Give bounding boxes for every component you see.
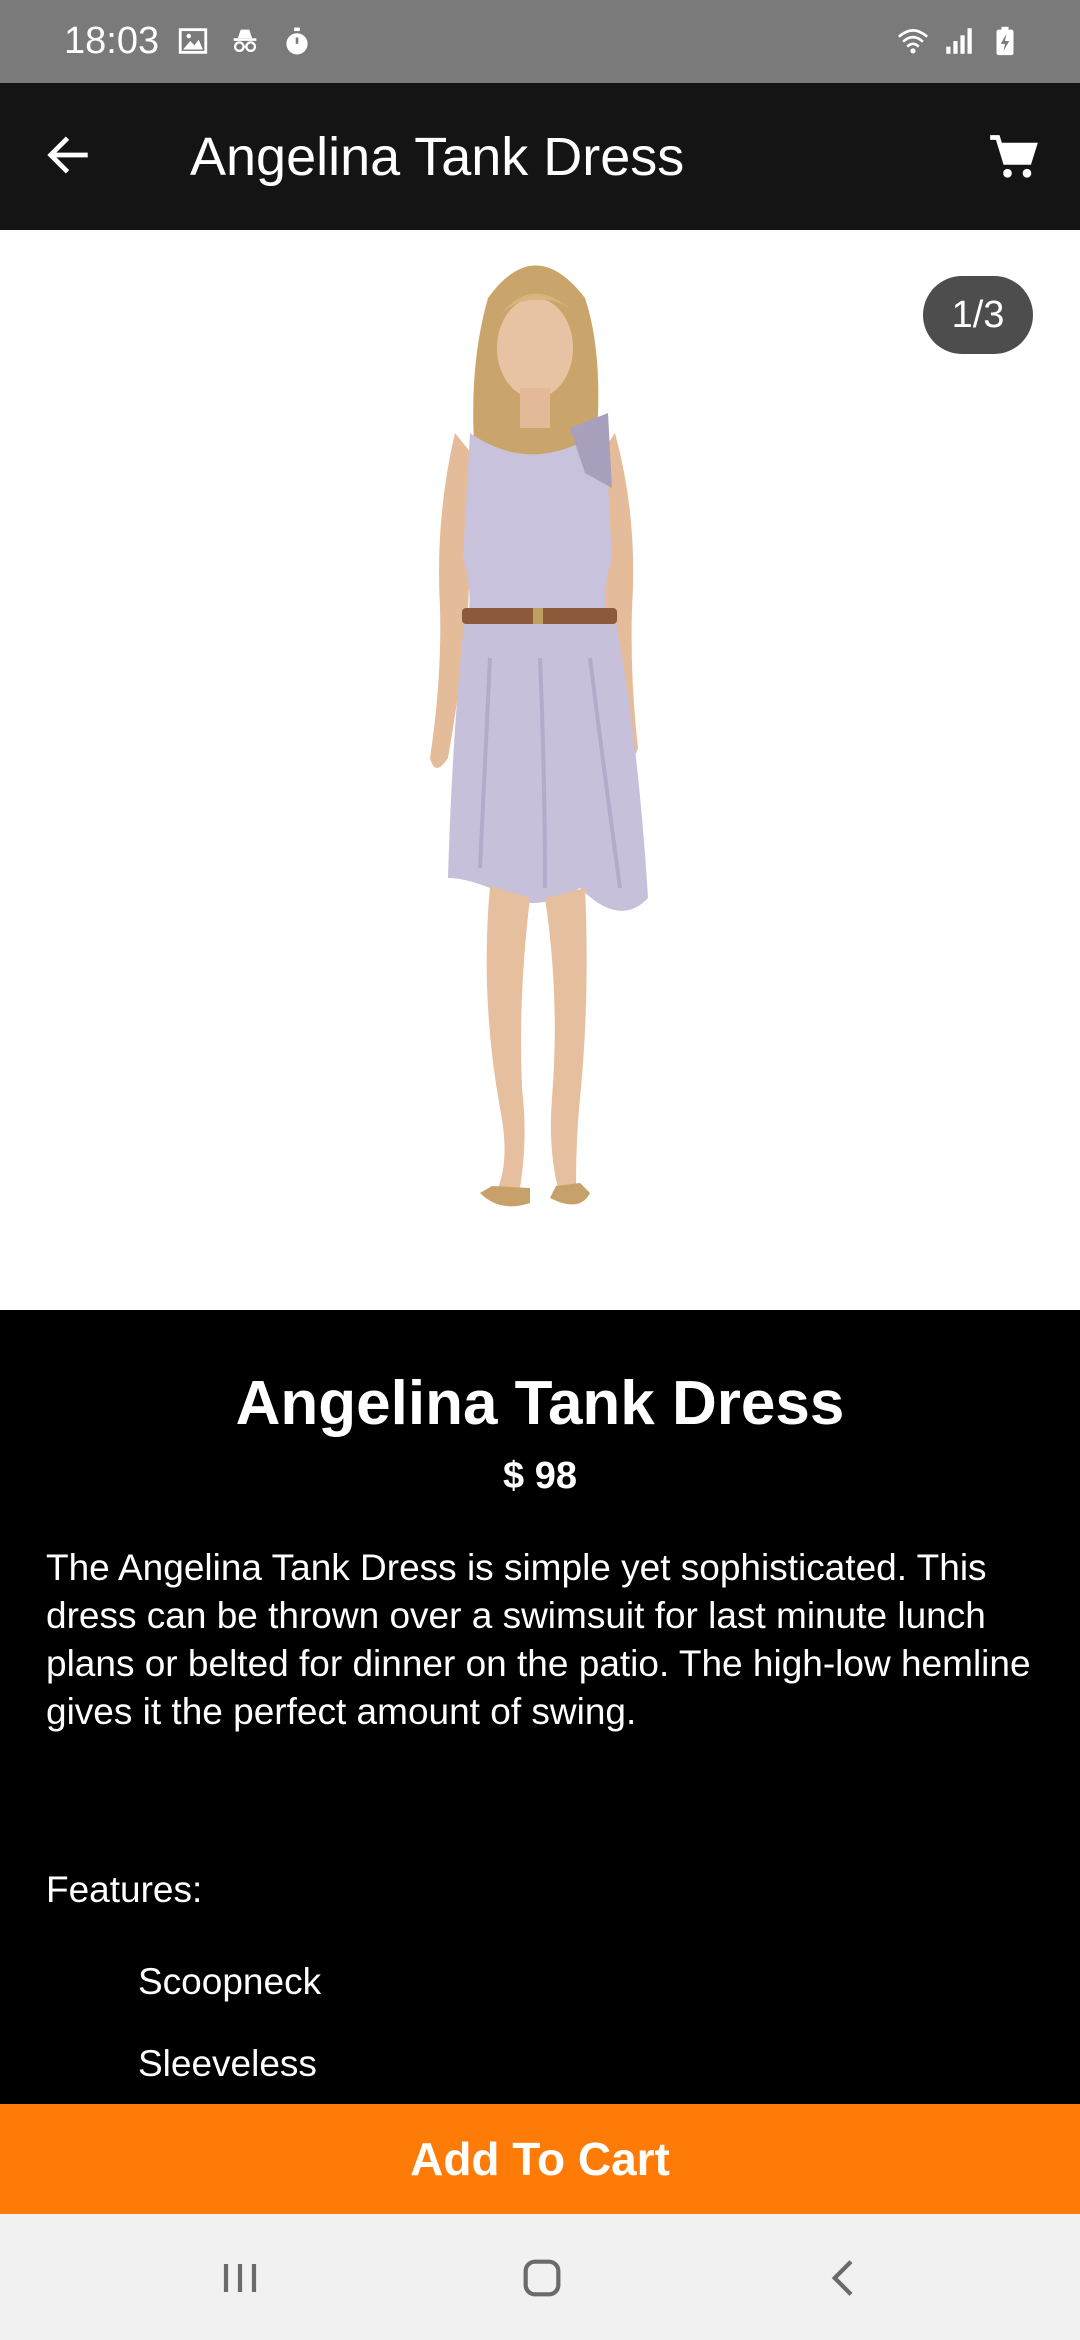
add-to-cart-button[interactable]: Add To Cart [0,2104,1080,2214]
signal-icon [942,24,976,58]
incognito-icon [228,24,262,58]
shopping-cart-icon [988,131,1040,183]
features-list: Scoopneck Sleeveless [138,1958,321,2122]
product-name: Angelina Tank Dress [235,1369,845,1438]
arrow-back-icon [42,129,94,181]
product-image-carousel[interactable]: 1/3 [0,230,1080,1310]
gallery-icon [176,24,210,58]
product-image [380,238,690,1298]
status-icons-left [176,20,314,62]
page-indicator: 1/3 [923,276,1033,354]
status-icons-right [896,20,1022,62]
status-time: 18:03 [64,20,160,62]
back-icon [816,2250,872,2306]
recent-apps-button[interactable] [210,2248,270,2308]
product-description: The Angelina Tank Dress is simple yet so… [46,1547,1031,1732]
status-bar: 18:03 [0,0,1080,83]
product-details: Angelina Tank Dress $ 98 The Angelina Ta… [0,1310,1080,2104]
cart-button[interactable] [980,123,1048,191]
app-bar: Angelina Tank Dress [0,83,1080,230]
back-button[interactable] [36,123,100,187]
system-nav-bar [0,2214,1080,2340]
nav-back-button[interactable] [814,2248,874,2308]
recent-apps-icon [212,2250,268,2306]
page-title: Angelina Tank Dress [190,127,685,187]
stopwatch-icon [280,24,314,58]
battery-charging-icon [988,24,1022,58]
home-button[interactable] [512,2248,572,2308]
wifi-icon [896,24,930,58]
home-icon [514,2250,570,2306]
product-price: $ 98 [503,1455,577,1497]
feature-item: Scoopneck [138,1961,322,2002]
features-label: Features: [46,1869,203,1910]
